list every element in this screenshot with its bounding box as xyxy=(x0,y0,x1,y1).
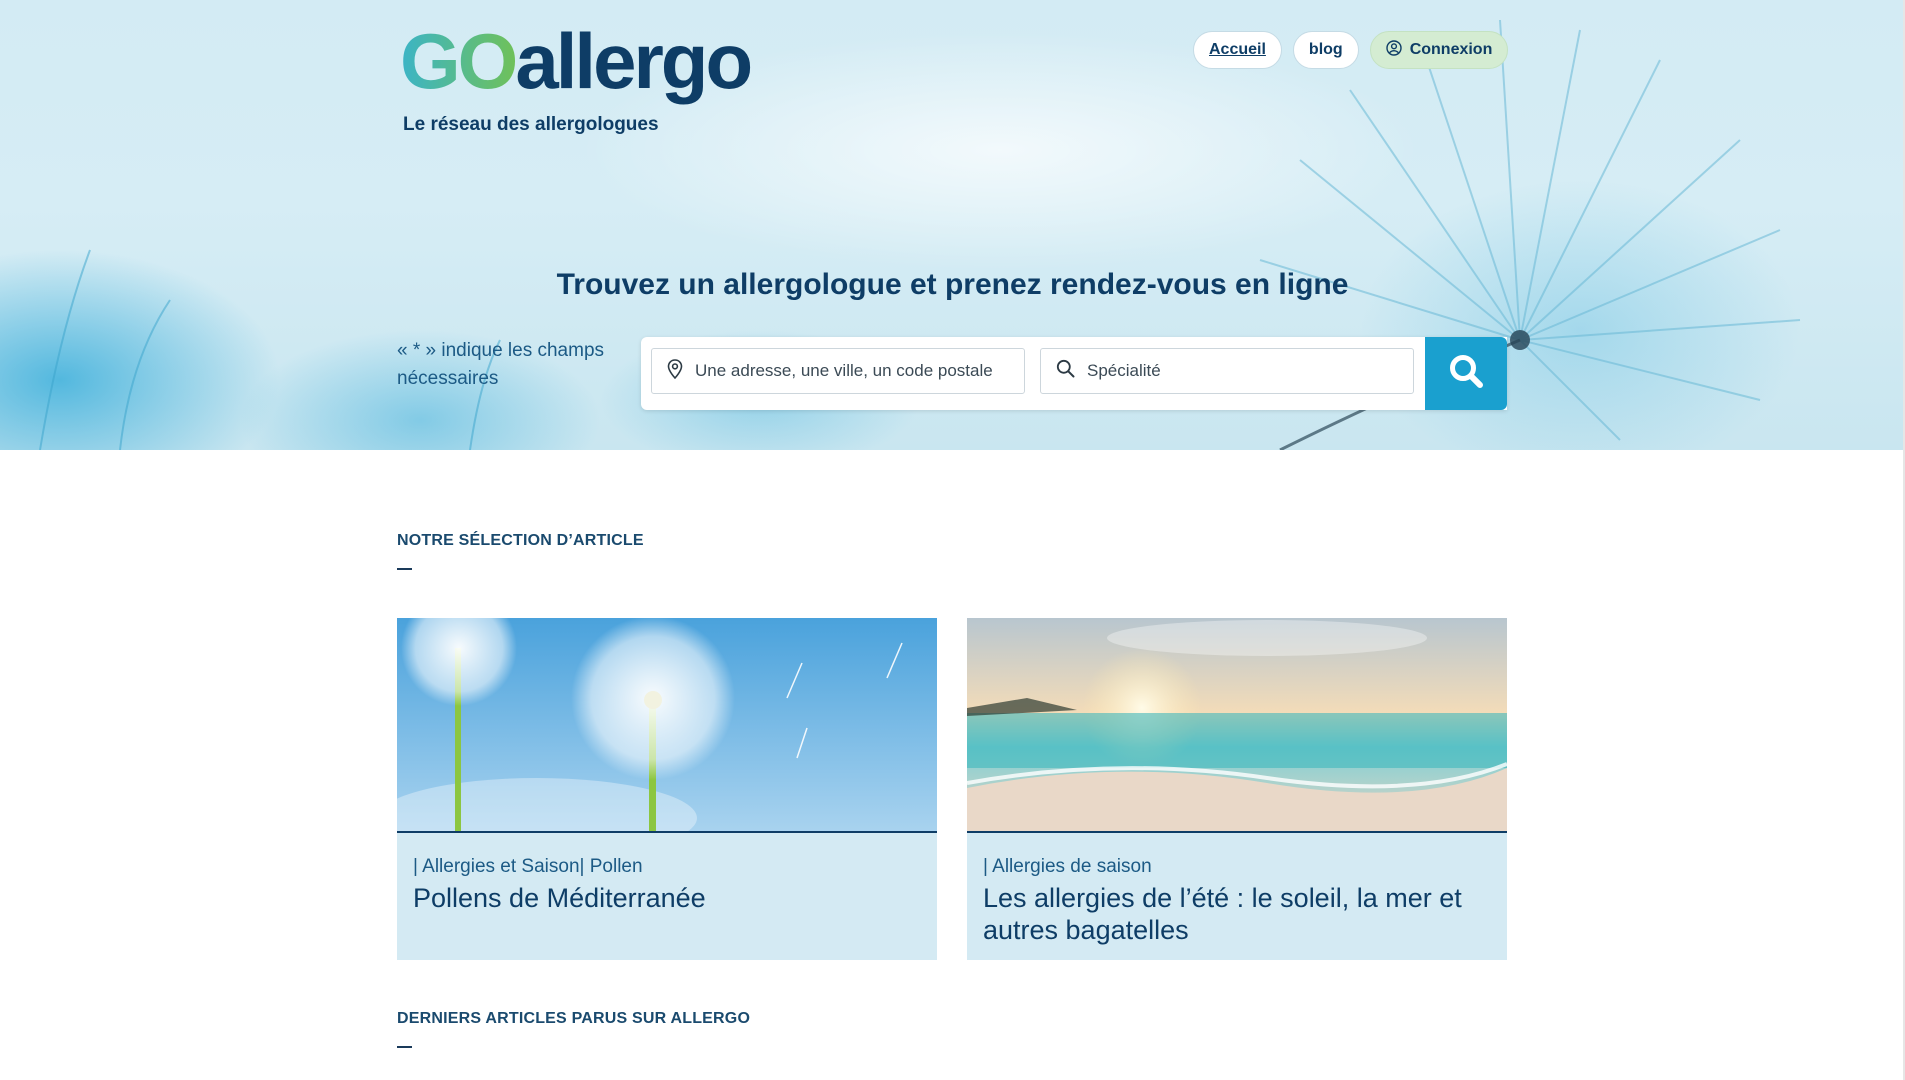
latest-heading-rule xyxy=(397,1046,412,1048)
specialty-placeholder: Spécialité xyxy=(1087,361,1161,380)
goallergo-logo[interactable]: GO allergo Le réseau des allergologues xyxy=(400,17,753,136)
hero-banner: GO allergo Le réseau des allergologues Ac… xyxy=(0,0,1905,450)
article-title[interactable]: Les allergies de l’été : le soleil, la m… xyxy=(983,882,1483,946)
specialty-search-input[interactable]: Spécialité xyxy=(1040,348,1414,394)
selection-heading-rule xyxy=(397,568,412,570)
beach-sunset-photo xyxy=(967,618,1507,833)
nav-home-button[interactable]: Accueil xyxy=(1193,31,1282,69)
tagline: Le réseau des allergologues xyxy=(403,114,659,135)
address-search-input[interactable]: Une adresse, une ville, un code postale xyxy=(651,348,1025,394)
article-category: | Allergies de saison xyxy=(983,856,1152,877)
address-placeholder: Une adresse, une ville, un code postale xyxy=(695,361,993,380)
logo-go-text: GO xyxy=(400,17,518,105)
nav-blog-button[interactable]: blog xyxy=(1292,31,1359,69)
map-pin-icon xyxy=(667,358,683,384)
article-title[interactable]: Pollens de Méditerranée xyxy=(413,882,913,914)
article-category: | Allergies et Saison| Pollen xyxy=(413,856,643,877)
nav-login-button[interactable]: Connexion xyxy=(1369,31,1509,69)
search-submit-button[interactable] xyxy=(1425,337,1507,410)
logo-allergo-text: allergo xyxy=(515,17,753,105)
nav-blog-label: blog xyxy=(1308,41,1343,58)
user-circle-icon xyxy=(1385,39,1402,61)
search-icon xyxy=(1448,353,1484,394)
article-card[interactable]: | Allergies et Saison| Pollen Pollens de… xyxy=(397,618,937,960)
search-icon xyxy=(1056,359,1075,383)
required-fields-hint: « * » indique les champs nécessaires xyxy=(397,340,605,389)
search-form: Une adresse, une ville, un code postale … xyxy=(641,337,1507,410)
nav-home-label: Accueil xyxy=(1209,41,1266,58)
selection-heading: NOTRE SÉLECTION D’ARTICLE xyxy=(397,532,644,549)
top-navigation: Accueil blog Connexion xyxy=(1193,31,1509,69)
dandelion-photo xyxy=(397,618,937,833)
hero-title: Trouvez un allergologue et prenez rendez… xyxy=(556,268,1349,301)
latest-heading: DERNIERS ARTICLES PARUS SUR ALLERGO xyxy=(397,1010,751,1027)
nav-login-label: Connexion xyxy=(1409,41,1493,58)
article-card[interactable]: | Allergies de saison Les allergies de l… xyxy=(967,618,1507,960)
